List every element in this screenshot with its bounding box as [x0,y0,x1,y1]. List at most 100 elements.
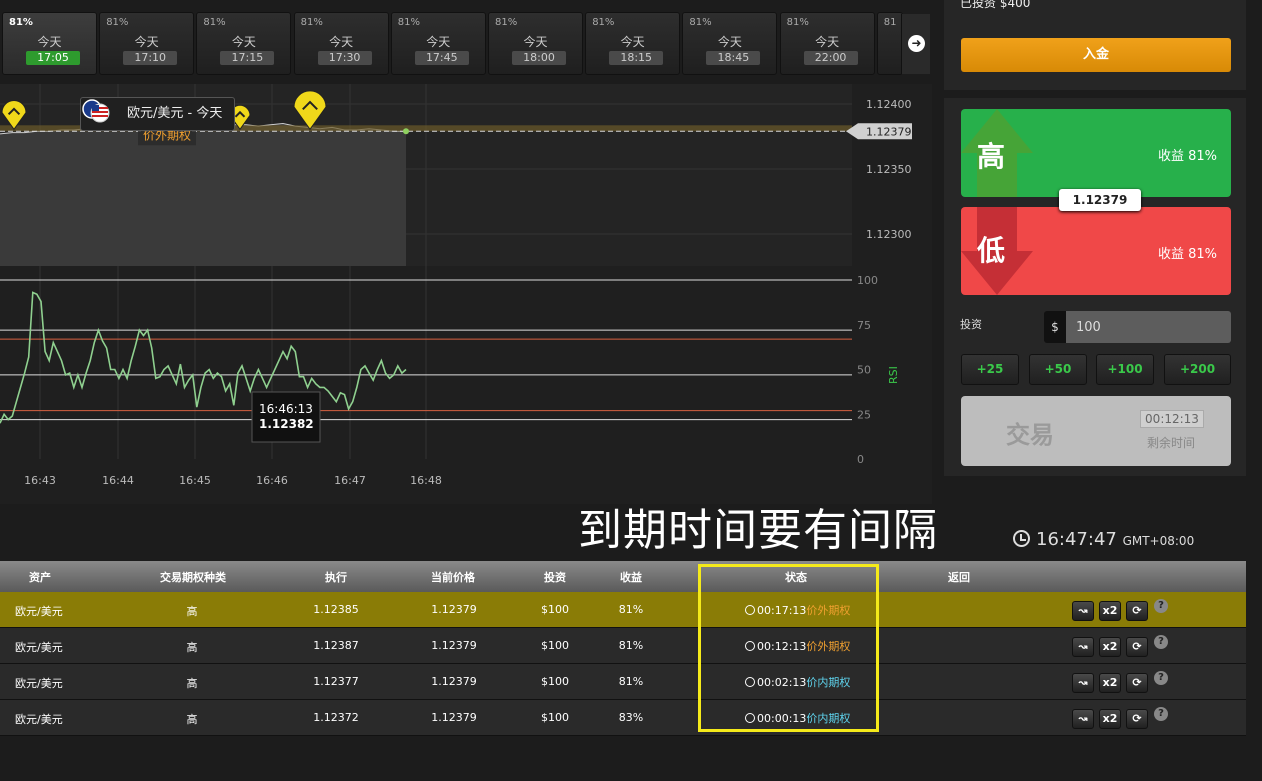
cell-status: 00:12:13价外期权 [745,638,850,654]
sell-button[interactable]: ↝ [1072,673,1094,693]
deposit-button[interactable]: 入金 [961,38,1231,72]
status-label: 价内期权 [806,712,851,725]
expiry-tab[interactable]: 81% 今天 17:30 [293,12,389,75]
tab-time: 22:00 [803,51,858,65]
cell-invest: $100 [541,603,569,616]
trade-button[interactable]: 交易 00:12:13 剩余时间 [961,396,1231,466]
status-label: 价内期权 [806,676,851,689]
expiry-tab[interactable]: 81% 今天 18:00 [488,12,583,75]
sell-button[interactable]: ↝ [1072,601,1094,621]
rollover-button[interactable]: ⟳ [1126,709,1148,729]
invest-amount-input[interactable] [1066,311,1231,343]
table-row[interactable]: 欧元/美元 高 1.12387 1.12379 $100 81% 00:12:13价外期权 ↝… [0,628,1246,664]
cell-asset: 欧元/美元 [15,605,63,618]
table-row[interactable]: 欧元/美元 高 1.12377 1.12379 $100 81% 00:02:13价内期权 ↝… [0,664,1246,700]
double-up-button[interactable]: x2 [1099,709,1121,729]
tab-payout: 81 [883,17,897,28]
osc-tick-label: 100 [857,274,878,287]
high-label: 高 [977,140,1006,173]
table-row[interactable]: 欧元/美元 高 1.12385 1.12379 $100 81% 00:17:13价外期权 ↝… [0,592,1246,628]
osc-tick-label: 25 [857,408,871,421]
tab-time: 18:45 [706,51,761,65]
status-label: 价外期权 [806,640,851,653]
rollover-button[interactable]: ⟳ [1126,673,1148,693]
status-time: 00:17:13 [757,604,807,617]
rollover-button[interactable]: ⟳ [1126,601,1148,621]
cell-strike: 1.12377 [313,675,359,688]
tabs-next-button[interactable]: ➜ [901,14,930,74]
tab-payout: 81% [9,17,33,28]
quick-add-100-button[interactable]: +100 [1096,354,1154,385]
col-strike: 执行 [325,571,347,584]
table-header: 资产 交易期权种类 执行 当前价格 投资 收益 状态 返回 [0,561,1246,592]
time-tick-label: 16:44 [102,474,134,487]
expiry-tab[interactable]: 81% 今天 18:45 [682,12,778,75]
table-row[interactable]: 欧元/美元 高 1.12372 1.12379 $100 83% 00:00:13价内期权 ↝… [0,700,1246,736]
double-up-button[interactable]: x2 [1099,673,1121,693]
help-icon[interactable]: ? [1154,707,1168,721]
current-price-tag-text: 1.12379 [866,125,912,138]
expiry-tab[interactable]: 81 [876,12,903,75]
server-clock: 16:47:47 GMT+08:00 [1013,528,1194,550]
double-up-button[interactable]: x2 [1099,601,1121,621]
sell-button[interactable]: ↝ [1072,709,1094,729]
time-tick-label: 16:43 [24,474,56,487]
quick-add-25-button[interactable]: +25 [961,354,1019,385]
expiry-tab[interactable]: 81% 今天 17:15 [196,12,292,75]
status-time: 00:02:13 [757,676,807,689]
expiry-tab[interactable]: 81% 今天 22:00 [779,12,875,75]
cell-current: 1.12379 [431,675,477,688]
tab-day: 今天 [620,35,645,49]
help-icon[interactable]: ? [1154,635,1168,649]
status-label: 价外期权 [806,604,851,617]
low-payout: 收益 81% [1157,247,1217,262]
low-button[interactable]: 低 收益 81% [961,207,1231,295]
chart-canvas: 16:43 16:44 16:45 16:46 16:47 16:48 1.12400 1.1… [0,84,912,487]
trade-countdown: 00:12:13 [1140,410,1204,428]
remaining-time-label: 剩余时间 [1147,436,1196,450]
tab-payout: 81% [397,17,421,28]
tab-day: 今天 [329,35,354,49]
tab-day: 今天 [717,35,742,49]
tab-day: 今天 [134,35,159,49]
cell-asset: 欧元/美元 [15,641,63,654]
expiry-tab[interactable]: 81% 今天 18:15 [585,12,681,75]
currency-symbol: $ [1044,311,1066,343]
cell-current: 1.12379 [431,711,477,724]
tab-time: 17:05 [26,51,80,65]
osc-tick-label: 0 [857,453,864,466]
chart-asset-label: 欧元/美元 - 今天 [80,97,236,131]
current-price-dot [403,128,409,135]
rollover-button[interactable]: ⟳ [1126,637,1148,657]
quick-add-50-button[interactable]: +50 [1029,354,1087,385]
expiry-tab[interactable]: 81% 今天 17:10 [99,12,195,75]
tab-time: 17:10 [123,51,178,65]
price-tick-label: 1.12350 [866,163,912,176]
tooltip-time: 16:46:13 [259,402,313,416]
cell-current: 1.12379 [431,603,477,616]
sell-button[interactable]: ↝ [1072,637,1094,657]
price-chart[interactable]: 16:43 16:44 16:45 16:46 16:47 16:48 1.12400 1.1… [0,84,932,504]
tab-payout: 81% [592,17,615,28]
cell-payout: 81% [618,603,644,616]
tab-day: 今天 [523,35,548,49]
col-return: 返回 [948,571,970,584]
time-tick-label: 16:45 [179,474,211,487]
time-tick-label: 16:47 [334,474,366,487]
current-price-badge: 1.12379 [1059,189,1141,211]
expiry-tabs: 81% 今天 17:05 81% 今天 17:10 81% 今天 17:15 81% 今天 17:30… [0,12,932,76]
osc-tick-label: 50 [857,364,871,377]
expiry-tab[interactable]: 81% 今天 17:45 [390,12,486,75]
cell-type: 高 [186,713,198,726]
cell-strike: 1.12387 [313,639,359,652]
expiry-tab[interactable]: 81% 今天 17:05 [2,12,97,75]
help-icon[interactable]: ? [1154,671,1168,685]
help-icon[interactable]: ? [1154,599,1168,613]
annotation-text: 到期时间要有间隔 [578,505,938,556]
tab-payout: 81% [495,17,518,28]
double-up-button[interactable]: x2 [1099,637,1121,657]
high-button[interactable]: 高 收益 81% [961,109,1231,197]
col-current: 当前价格 [431,571,475,584]
quick-add-200-button[interactable]: +200 [1164,354,1231,385]
col-status: 状态 [785,571,807,584]
